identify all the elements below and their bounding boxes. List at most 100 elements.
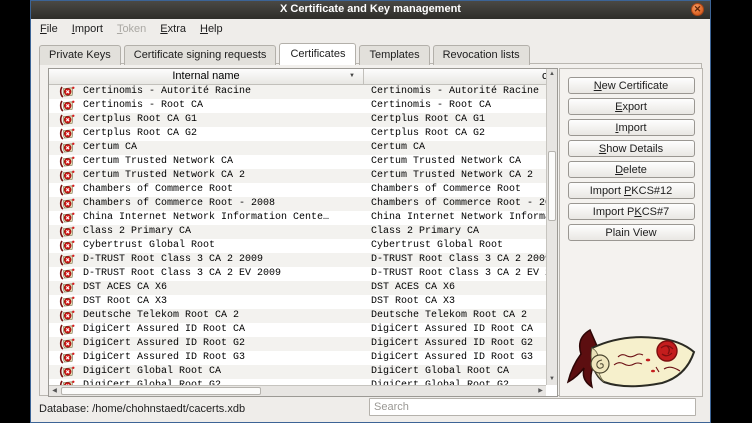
action-button[interactable]: Plain View	[568, 224, 695, 241]
tab[interactable]: Private Keys	[39, 45, 121, 65]
internal-name-cell: DigiCert Assured ID Root G3	[83, 351, 245, 365]
invalid-certificate-icon	[59, 114, 75, 126]
common-name-cell: Chambers of Commerce Root - 2008	[363, 197, 546, 211]
close-icon[interactable]: ✕	[691, 3, 704, 16]
common-name-cell: Chambers of Commerce Root	[363, 183, 546, 197]
common-name-cell: Deutsche Telekom Root CA 2	[363, 309, 546, 323]
certificate-row[interactable]: DST Root CA X3 DST Root CA X3	[49, 295, 546, 309]
certificate-row[interactable]: Chambers of Commerce Root - 2008 Chamber…	[49, 197, 546, 211]
menu-item[interactable]: Help	[193, 21, 230, 37]
internal-name-cell: Certum Trusted Network CA 2	[83, 169, 245, 183]
internal-name-cell: Deutsche Telekom Root CA 2	[83, 309, 239, 323]
column-header-internal-name[interactable]: Internal name ▼	[49, 69, 364, 84]
common-name-cell: DigiCert Assured ID Root G3	[363, 351, 546, 365]
certificate-row[interactable]: China Internet Network Information Cente…	[49, 211, 546, 225]
internal-name-cell: Certplus Root CA G1	[83, 113, 197, 127]
certificate-row[interactable]: DigiCert Assured ID Root G3 DigiCert Ass…	[49, 351, 546, 365]
certificate-row[interactable]: Certplus Root CA G2 Certplus Root CA G2	[49, 127, 546, 141]
invalid-certificate-icon	[59, 156, 75, 168]
certificate-row[interactable]: D-TRUST Root Class 3 CA 2 EV 2009 D-TRUS…	[49, 267, 546, 281]
invalid-certificate-icon	[59, 170, 75, 182]
sort-descending-icon: ▼	[349, 73, 355, 79]
common-name-cell: D-TRUST Root Class 3 CA 2 EV 2009	[363, 267, 546, 281]
certificate-row[interactable]: Deutsche Telekom Root CA 2 Deutsche Tele…	[49, 309, 546, 323]
search-input[interactable]	[369, 398, 696, 416]
certificate-table-body: Certinomis - Autorité Racine Certinomis …	[49, 85, 546, 386]
certificate-row[interactable]: D-TRUST Root Class 3 CA 2 2009 D-TRUST R…	[49, 253, 546, 267]
scroll-up-icon[interactable]: ▲	[547, 69, 557, 80]
common-name-cell: Cybertrust Global Root	[363, 239, 546, 253]
invalid-certificate-icon	[59, 254, 75, 266]
internal-name-cell: Certinomis - Autorité Racine	[83, 85, 251, 99]
scroll-down-icon[interactable]: ▼	[547, 374, 557, 385]
titlebar[interactable]: X Certificate and Key management ✕	[31, 1, 710, 19]
tab[interactable]: Certificate signing requests	[124, 45, 277, 65]
internal-name-cell: DigiCert Assured ID Root CA	[83, 323, 245, 337]
invalid-certificate-icon	[59, 240, 75, 252]
internal-name-cell: Cybertrust Global Root	[83, 239, 215, 253]
window-title: X Certificate and Key management	[31, 3, 710, 15]
menu-item[interactable]: File	[33, 21, 65, 37]
tab-bar: Private Keys Certificate signing request…	[39, 41, 533, 64]
action-button[interactable]: Import PKCS#12	[568, 182, 695, 199]
internal-name-cell: DigiCert Assured ID Root G2	[83, 337, 245, 351]
action-button[interactable]: Export	[568, 98, 695, 115]
vertical-scrollbar-thumb[interactable]	[548, 151, 556, 221]
internal-name-cell: D-TRUST Root Class 3 CA 2 2009	[83, 253, 263, 267]
certificate-row[interactable]: DigiCert Global Root CA DigiCert Global …	[49, 365, 546, 379]
action-button[interactable]: Delete	[568, 161, 695, 178]
statusbar: Database: /home/chohnstaedt/cacerts.xdb	[31, 394, 710, 422]
common-name-cell: China Internet Network Information Cente…	[363, 211, 546, 225]
certificate-row[interactable]: DST ACES CA X6 DST ACES CA X6	[49, 281, 546, 295]
internal-name-cell: D-TRUST Root Class 3 CA 2 EV 2009	[83, 267, 281, 281]
invalid-certificate-icon	[59, 296, 75, 308]
xca-scroll-rose-logo	[564, 326, 700, 390]
certificate-row[interactable]: Certinomis - Autorité Racine Certinomis …	[49, 85, 546, 99]
common-name-cell: Certum Trusted Network CA	[363, 155, 546, 169]
certificate-row[interactable]: Certum Trusted Network CA Certum Trusted…	[49, 155, 546, 169]
common-name-cell: D-TRUST Root Class 3 CA 2 2009	[363, 253, 546, 267]
action-button[interactable]: New Certificate	[568, 77, 695, 94]
menubar: File Import Token Extra Help	[33, 19, 230, 39]
certificate-row[interactable]: Certinomis - Root CA Certinomis - Root C…	[49, 99, 546, 113]
certificate-row[interactable]: Certplus Root CA G1 Certplus Root CA G1	[49, 113, 546, 127]
internal-name-cell: Certinomis - Root CA	[83, 99, 203, 113]
certificates-pane: Internal name ▼ commonName	[39, 63, 702, 396]
internal-name-cell: Certplus Root CA G2	[83, 127, 197, 141]
invalid-certificate-icon	[59, 226, 75, 238]
tab[interactable]: Templates	[359, 45, 429, 65]
action-buttons: New Certificate Export Import Show Detai…	[560, 69, 702, 241]
column-header-common-name[interactable]: commonName	[364, 69, 546, 84]
certificate-row[interactable]: Certum CA Certum CA	[49, 141, 546, 155]
internal-name-cell: Certum Trusted Network CA	[83, 155, 233, 169]
desktop: X Certificate and Key management ✕ File …	[0, 0, 752, 423]
common-name-cell: Certinomis - Root CA	[363, 99, 546, 113]
vertical-scrollbar[interactable]: ▲ ▼	[546, 69, 557, 385]
action-button[interactable]: Import PKCS#7	[568, 203, 695, 220]
internal-name-cell: Chambers of Commerce Root - 2008	[83, 197, 275, 211]
invalid-certificate-icon	[59, 338, 75, 350]
action-button[interactable]: Show Details	[568, 140, 695, 157]
certificate-row[interactable]: DigiCert Assured ID Root G2 DigiCert Ass…	[49, 337, 546, 351]
rose-icon	[657, 341, 677, 361]
tab[interactable]: Certificates	[279, 43, 356, 65]
internal-name-cell: DST Root CA X3	[83, 295, 167, 309]
menu-item[interactable]: Import	[65, 21, 110, 37]
common-name-cell: Class 2 Primary CA	[363, 225, 546, 239]
common-name-cell: Certplus Root CA G2	[363, 127, 546, 141]
menu-item[interactable]: Extra	[153, 21, 193, 37]
certificate-row[interactable]: Cybertrust Global Root Cybertrust Global…	[49, 239, 546, 253]
tab[interactable]: Revocation lists	[433, 45, 530, 65]
certificate-row[interactable]: Chambers of Commerce Root Chambers of Co…	[49, 183, 546, 197]
certificate-table: Internal name ▼ commonName	[48, 68, 558, 397]
certificate-row[interactable]: Certum Trusted Network CA 2 Certum Trust…	[49, 169, 546, 183]
common-name-cell: DigiCert Global Root CA	[363, 365, 546, 379]
certificate-row[interactable]: DigiCert Assured ID Root CA DigiCert Ass…	[49, 323, 546, 337]
common-name-cell: DST Root CA X3	[363, 295, 546, 309]
invalid-certificate-icon	[59, 198, 75, 210]
action-button[interactable]: Import	[568, 119, 695, 136]
common-name-cell: Certinomis - Autorité Racine	[363, 85, 546, 99]
certificate-row[interactable]: Class 2 Primary CA Class 2 Primary CA	[49, 225, 546, 239]
invalid-certificate-icon	[59, 184, 75, 196]
internal-name-cell: Certum CA	[83, 141, 137, 155]
